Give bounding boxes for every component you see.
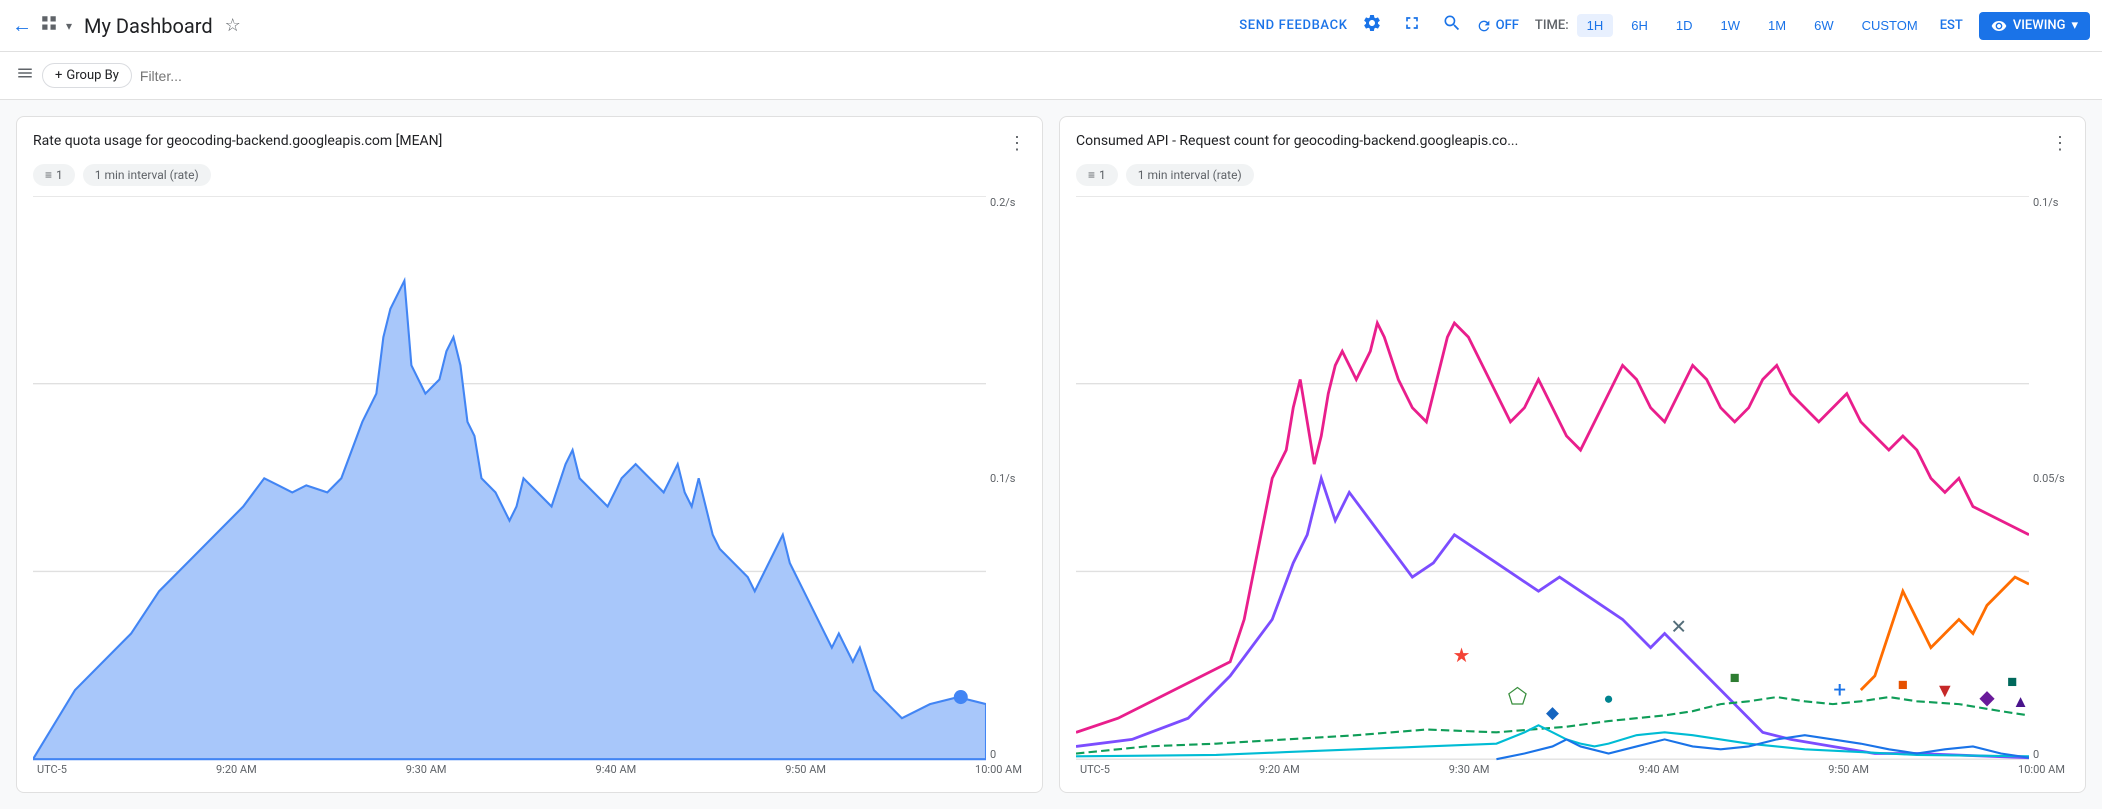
grid-icon[interactable]	[40, 14, 58, 37]
chart-1-svg	[33, 196, 986, 761]
chart1-y-min: 0	[990, 748, 1026, 761]
svg-text:■: ■	[2007, 672, 2017, 692]
interval-chip-label: 1 min interval (rate)	[95, 168, 199, 182]
chart-2-svg: ★ ⬠ ◆ ● ✕ ■ + ■	[1076, 196, 2029, 761]
card-2-interval-chip[interactable]: 1 min interval (rate)	[1126, 164, 1254, 186]
chart-card-1: Rate quota usage for geocoding-backend.g…	[16, 116, 1043, 793]
time-6h-button[interactable]: 6H	[1621, 14, 1658, 37]
svg-text:◆: ◆	[1979, 686, 1995, 709]
card-2-header: Consumed API - Request count for geocodi…	[1076, 133, 2069, 154]
timezone-button[interactable]: EST	[1940, 18, 1963, 33]
card-1-menu-icon[interactable]: ⋮	[1008, 133, 1026, 154]
filter-chip-2-icon: ≡	[1088, 168, 1095, 182]
settings-icon[interactable]	[1356, 7, 1388, 44]
svg-text:▲: ▲	[2012, 692, 2029, 712]
svg-text:★: ★	[1453, 644, 1471, 667]
time-1h-button[interactable]: 1H	[1577, 14, 1614, 37]
svg-text:■: ■	[1898, 675, 1908, 695]
chart2-y-min: 0	[2033, 748, 2069, 761]
svg-text:■: ■	[1730, 668, 1740, 688]
filter-chip-2-value: 1	[1099, 168, 1106, 182]
viewing-label: VIEWING	[2013, 18, 2066, 33]
svg-text:▼: ▼	[1935, 679, 1954, 702]
star-icon[interactable]: ☆	[225, 15, 241, 36]
card-2-title: Consumed API - Request count for geocodi…	[1076, 133, 1518, 149]
chart1-y-max: 0.2/s	[990, 196, 1026, 209]
main-content: Rate quota usage for geocoding-backend.g…	[0, 100, 2102, 809]
top-nav: ← ▾ My Dashboard ☆ SEND FEEDBACK OFF TIM…	[0, 0, 2102, 52]
svg-text:◆: ◆	[1546, 703, 1560, 723]
chart2-y-mid: 0.05/s	[2033, 472, 2069, 485]
group-by-label: Group By	[66, 68, 119, 83]
card-1-filter-chip[interactable]: ≡ 1	[33, 164, 75, 186]
card-1-interval-chip[interactable]: 1 min interval (rate)	[83, 164, 211, 186]
card-1-header: Rate quota usage for geocoding-backend.g…	[33, 133, 1026, 154]
svg-text:✕: ✕	[1670, 615, 1686, 638]
chart-1-x-labels: UTC-5 9:20 AM 9:30 AM 9:40 AM 9:50 AM 10…	[33, 763, 1026, 776]
interval-chip-2-label: 1 min interval (rate)	[1138, 168, 1242, 182]
viewing-dropdown-icon: ▾	[2071, 18, 2078, 33]
refresh-button[interactable]: OFF	[1476, 18, 1519, 34]
card-1-chips: ≡ 1 1 min interval (rate)	[33, 164, 1026, 186]
send-feedback-button[interactable]: SEND FEEDBACK	[1239, 18, 1347, 33]
grid-dropdown[interactable]: ▾	[66, 19, 72, 33]
card-2-menu-icon[interactable]: ⋮	[2051, 133, 2069, 154]
viewing-button[interactable]: VIEWING ▾	[1979, 12, 2090, 40]
card-2-chips: ≡ 1 1 min interval (rate)	[1076, 164, 2069, 186]
svg-text:⬠: ⬠	[1508, 684, 1528, 710]
fullscreen-icon[interactable]	[1396, 7, 1428, 44]
time-1m-button[interactable]: 1M	[1758, 14, 1796, 37]
back-button[interactable]: ←	[12, 13, 32, 38]
time-custom-button[interactable]: CUSTOM	[1852, 14, 1928, 37]
chart-card-2: Consumed API - Request count for geocodi…	[1059, 116, 2086, 793]
svg-text:●: ●	[1603, 689, 1613, 709]
hamburger-icon[interactable]	[16, 64, 34, 87]
filter-chip-value: 1	[56, 168, 63, 182]
time-6w-button[interactable]: 6W	[1804, 14, 1844, 37]
card-2-filter-chip[interactable]: ≡ 1	[1076, 164, 1118, 186]
card-1-title: Rate quota usage for geocoding-backend.g…	[33, 133, 442, 149]
time-label: TIME:	[1535, 18, 1569, 33]
chart1-y-mid: 0.1/s	[990, 472, 1026, 485]
page-title: My Dashboard	[84, 14, 213, 38]
time-1d-button[interactable]: 1D	[1666, 14, 1703, 37]
filter-bar: + Group By	[0, 52, 2102, 100]
chart2-y-max: 0.1/s	[2033, 196, 2069, 209]
filter-input[interactable]	[140, 68, 2086, 84]
time-1w-button[interactable]: 1W	[1711, 14, 1751, 37]
filter-chip-icon: ≡	[45, 168, 52, 182]
chart-2-x-labels: UTC-5 9:20 AM 9:30 AM 9:40 AM 9:50 AM 10…	[1076, 763, 2069, 776]
refresh-label: OFF	[1496, 18, 1519, 33]
search-icon[interactable]	[1436, 7, 1468, 44]
group-by-button[interactable]: + Group By	[42, 63, 132, 88]
svg-text:+: +	[1833, 677, 1846, 703]
plus-icon: +	[55, 68, 62, 83]
